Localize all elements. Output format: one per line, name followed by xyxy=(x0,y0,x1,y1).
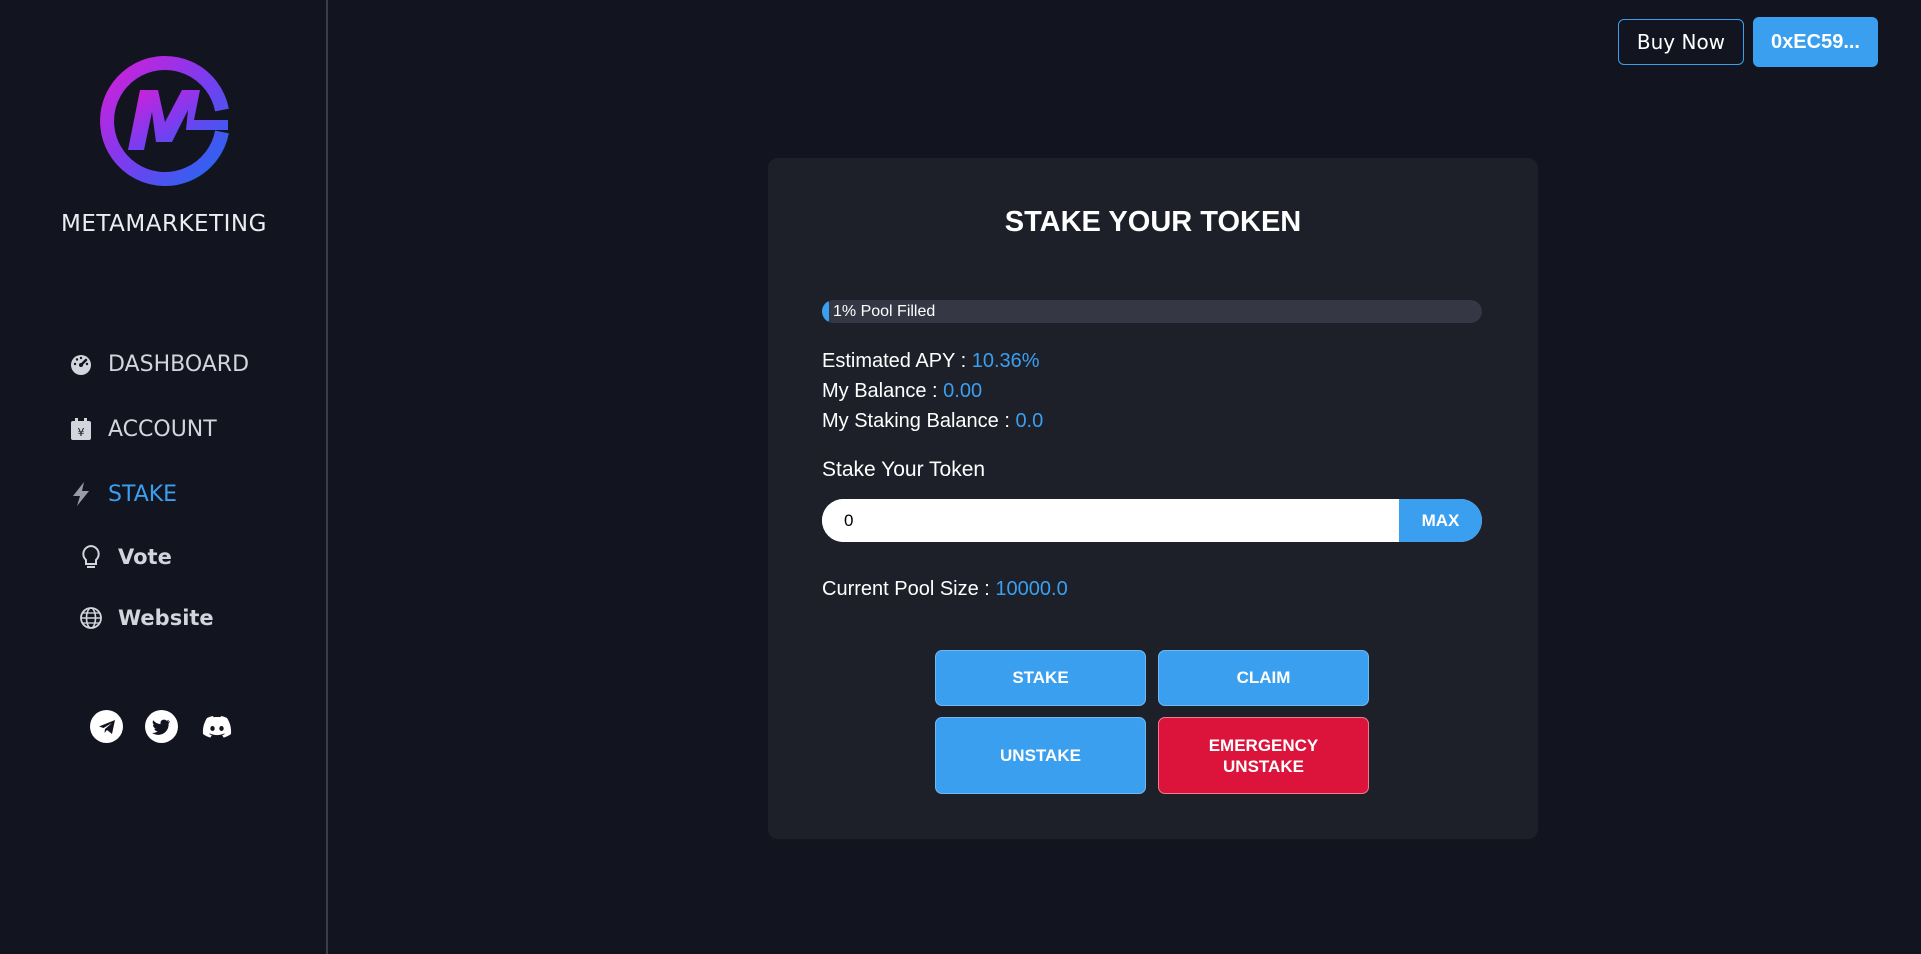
metamarketing-logo[interactable] xyxy=(96,52,234,190)
globe-icon xyxy=(78,605,104,631)
staking-balance-row: My Staking Balance : 0.0 xyxy=(822,406,1043,436)
pool-progress-fill xyxy=(822,300,829,323)
lightning-icon xyxy=(68,481,94,507)
wallet-address-button[interactable]: 0xEC59... xyxy=(1753,17,1878,67)
telegram-icon[interactable] xyxy=(90,710,123,743)
pool-size-label: Current Pool Size : xyxy=(822,578,996,600)
sidebar-item-label: Website xyxy=(118,606,214,630)
twitter-icon[interactable] xyxy=(145,710,178,743)
stake-button[interactable]: STAKE xyxy=(935,650,1146,706)
lightbulb-icon xyxy=(78,544,104,570)
page-title: STAKE YOUR TOKEN xyxy=(1004,206,1302,238)
pool-progress-label: 1% Pool Filled xyxy=(833,303,936,320)
sidebar-item-website[interactable]: Website xyxy=(78,605,214,631)
balance-value: 0.00 xyxy=(943,380,983,402)
balance-row: My Balance : 0.00 xyxy=(822,376,1043,406)
sidebar-item-account[interactable]: ¥ ACCOUNT xyxy=(68,416,217,442)
emergency-unstake-line2: UNSTAKE xyxy=(1223,756,1304,776)
stake-card: STAKE YOUR TOKEN 1% Pool Filled Estimate… xyxy=(768,158,1538,839)
stake-actions: STAKE CLAIM UNSTAKE EMERGENCY UNSTAKE xyxy=(935,650,1369,794)
pool-size-row: Current Pool Size : 10000.0 xyxy=(822,578,1068,601)
stake-stats: Estimated APY : 10.36% My Balance : 0.00… xyxy=(822,346,1043,436)
stake-amount-input[interactable] xyxy=(822,499,1399,542)
max-button[interactable]: MAX xyxy=(1399,499,1482,542)
staking-balance-label: My Staking Balance : xyxy=(822,410,1016,432)
brand-name: METAMARKETING xyxy=(61,211,267,237)
sidebar-item-label: STAKE xyxy=(108,481,178,507)
social-links xyxy=(90,710,233,743)
pool-size-value: 10000.0 xyxy=(995,578,1068,600)
apy-row: Estimated APY : 10.36% xyxy=(822,346,1043,376)
emergency-unstake-button[interactable]: EMERGENCY UNSTAKE xyxy=(1158,717,1369,794)
stake-input-group: MAX xyxy=(822,499,1482,542)
sidebar-item-label: ACCOUNT xyxy=(108,416,217,442)
discord-icon[interactable] xyxy=(200,710,233,743)
apy-label: Estimated APY : xyxy=(822,350,972,372)
apy-value: 10.36% xyxy=(971,350,1040,372)
sidebar: METAMARKETING DASHBOARD ¥ ACCOUNT STAKE … xyxy=(0,0,328,954)
sidebar-item-label: Vote xyxy=(118,545,172,569)
wallet-icon: ¥ xyxy=(68,416,94,442)
sidebar-item-vote[interactable]: Vote xyxy=(78,544,172,570)
header-actions: Buy Now 0xEC59... xyxy=(1617,17,1878,67)
pool-progress-bar: 1% Pool Filled xyxy=(822,300,1482,323)
emergency-unstake-line1: EMERGENCY xyxy=(1208,735,1319,755)
buy-now-button[interactable]: Buy Now xyxy=(1617,19,1745,65)
staking-balance-value: 0.0 xyxy=(1015,410,1044,432)
balance-label: My Balance : xyxy=(822,380,944,402)
sidebar-item-dashboard[interactable]: DASHBOARD xyxy=(68,351,249,377)
speedometer-icon xyxy=(68,351,94,377)
sidebar-item-stake[interactable]: STAKE xyxy=(68,481,177,507)
unstake-button[interactable]: UNSTAKE xyxy=(935,717,1146,794)
sidebar-item-label: DASHBOARD xyxy=(108,351,250,377)
svg-text:¥: ¥ xyxy=(78,426,85,439)
stake-input-label: Stake Your Token xyxy=(822,458,986,481)
claim-button[interactable]: CLAIM xyxy=(1158,650,1369,706)
